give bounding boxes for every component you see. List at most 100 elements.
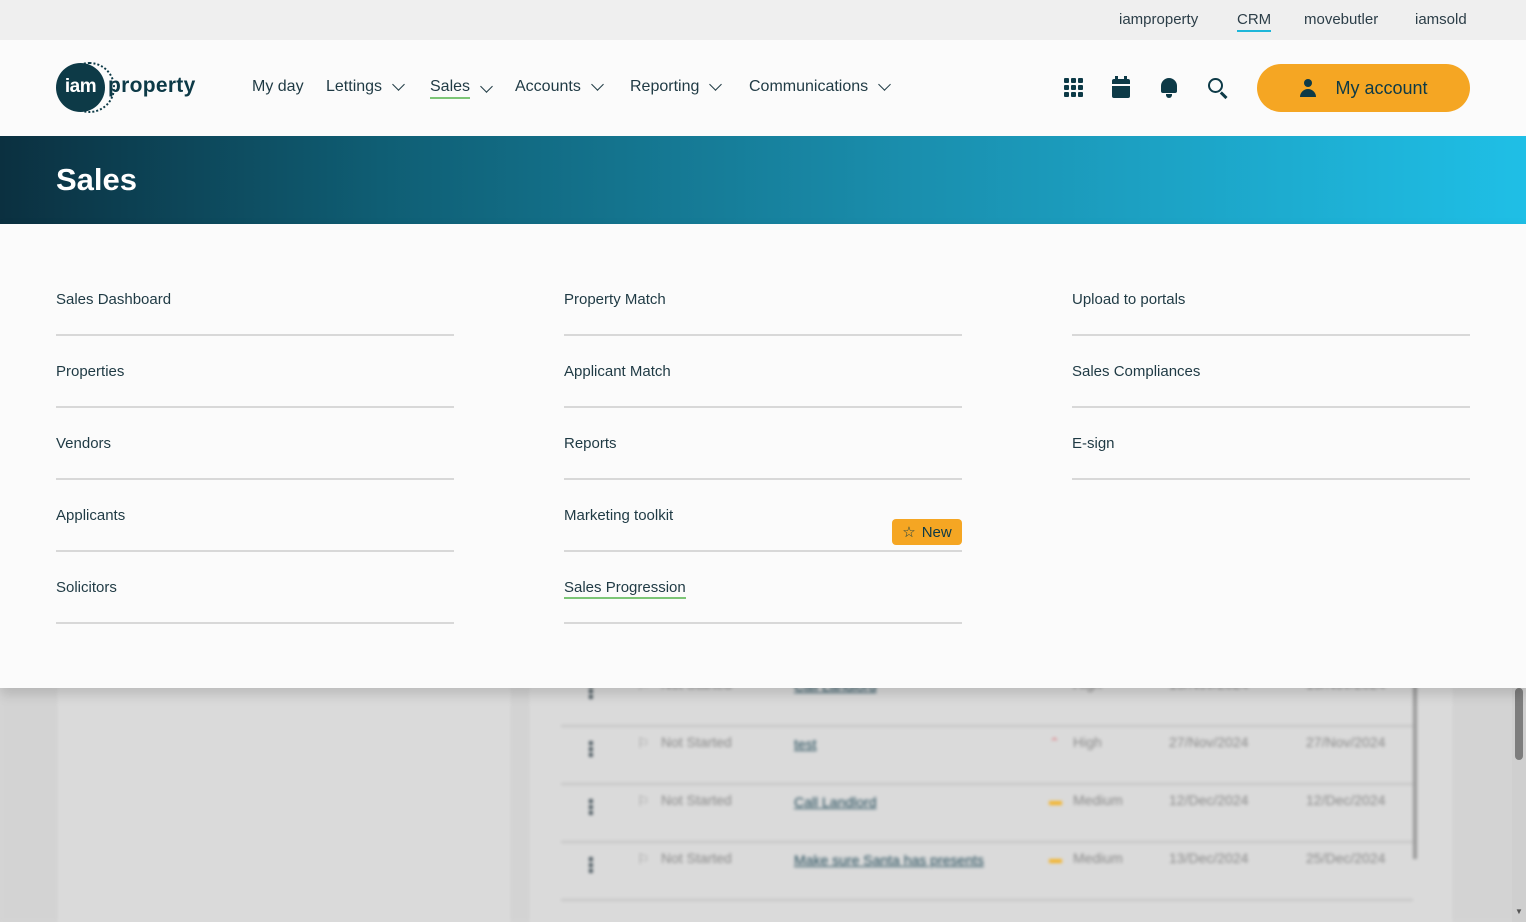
- priority-high-icon: ⌃: [1049, 735, 1060, 750]
- background-page-content: ⋮ ⚐ Not Started Call Landlord ⌃ High 15/…: [0, 668, 1526, 922]
- background-tasks-card: ⋮ ⚐ Not Started Call Landlord ⌃ High 15/…: [528, 668, 1454, 922]
- menu-item-vendors[interactable]: Vendors: [56, 408, 454, 480]
- bell-icon[interactable]: [1157, 75, 1181, 99]
- task-priority: Medium: [1073, 792, 1123, 808]
- menu-item-label: Properties: [56, 363, 125, 380]
- flag-icon: ⚐: [637, 793, 650, 809]
- menu-item-marketing-toolkit[interactable]: Marketing toolkit ☆ New: [564, 480, 962, 552]
- search-icon[interactable]: [1205, 75, 1229, 99]
- util-link-iamsold[interactable]: iamsold: [1415, 11, 1467, 28]
- menu-item-label: Sales Dashboard: [56, 291, 172, 308]
- new-badge-label: New: [921, 523, 952, 541]
- task-status: Not Started: [661, 734, 732, 750]
- task-start-date: 12/Dec/2024: [1169, 792, 1249, 808]
- menu-item-label: Applicant Match: [564, 363, 671, 380]
- task-title-link[interactable]: Make sure Santa has presents: [794, 852, 984, 868]
- menu-item-label: Sales Compliances: [1072, 363, 1201, 380]
- table-row[interactable]: ⋮ ⚐ Not Started Call Landlord ▬ Medium 1…: [561, 785, 1413, 843]
- menu-item-label: Vendors: [56, 435, 112, 452]
- logo-text: property: [108, 74, 196, 97]
- menu-item-property-match[interactable]: Property Match: [564, 264, 962, 336]
- nav-label: Communications: [749, 78, 869, 95]
- nav-label: Reporting: [630, 78, 700, 95]
- task-start-date: 13/Dec/2024: [1169, 850, 1249, 866]
- task-title-link[interactable]: test: [794, 736, 817, 752]
- chevron-down-icon: [480, 79, 493, 93]
- util-link-movebutler[interactable]: movebutler: [1304, 11, 1378, 28]
- menu-item-label: Applicants: [56, 507, 126, 524]
- page-title: Sales: [56, 162, 138, 197]
- nav-reporting[interactable]: Reporting: [630, 78, 723, 96]
- my-account-button[interactable]: My account: [1257, 64, 1470, 112]
- nav-label: Sales: [430, 78, 471, 99]
- menu-item-applicant-match[interactable]: Applicant Match: [564, 336, 962, 408]
- menu-item-label: Solicitors: [56, 579, 117, 596]
- nav-label: Lettings: [326, 78, 383, 95]
- sales-mega-menu: Sales Dashboard Properties Vendors Appli…: [0, 224, 1526, 688]
- scroll-down-arrow-icon[interactable]: ▼: [1515, 907, 1523, 916]
- new-badge: ☆ New: [892, 519, 962, 545]
- nav-label: Accounts: [515, 78, 581, 95]
- my-account-label: My account: [1335, 77, 1428, 98]
- menu-item-reports[interactable]: Reports: [564, 408, 962, 480]
- menu-column-3: Upload to portals Sales Compliances E-si…: [1072, 264, 1470, 480]
- main-header: iam property My day Lettings Sales Accou…: [0, 40, 1526, 136]
- menu-column-2: Property Match Applicant Match Reports M…: [564, 264, 962, 624]
- background-left-card: [56, 668, 512, 922]
- apps-grid-icon[interactable]: [1061, 75, 1085, 99]
- priority-medium-icon: ▬: [1049, 793, 1062, 808]
- chevron-down-icon: [392, 78, 405, 91]
- menu-item-label: Property Match: [564, 291, 666, 308]
- menu-item-label: E-sign: [1072, 435, 1115, 452]
- chevron-down-icon: [590, 78, 604, 91]
- menu-column-1: Sales Dashboard Properties Vendors Appli…: [56, 264, 454, 624]
- menu-item-sales-dashboard[interactable]: Sales Dashboard: [56, 264, 454, 336]
- inner-scrollbar[interactable]: [1413, 669, 1417, 859]
- kebab-menu-icon[interactable]: ⋮: [581, 737, 601, 762]
- user-icon: [1299, 79, 1317, 97]
- task-title-link[interactable]: Call Landlord: [794, 794, 877, 810]
- scrollbar-thumb[interactable]: [1515, 688, 1523, 760]
- table-row[interactable]: ⋮ ⚐ Not Started test ⌃ High 27/Nov/2024 …: [561, 727, 1413, 785]
- menu-item-label: Reports: [564, 435, 617, 452]
- task-priority: Medium: [1073, 850, 1123, 866]
- utility-bar: iamproperty CRM movebutler iamsold: [0, 0, 1526, 40]
- menu-item-label: Upload to portals: [1072, 291, 1186, 308]
- flag-icon: ⚐: [637, 851, 650, 867]
- menu-item-upload-to-portals[interactable]: Upload to portals: [1072, 264, 1470, 336]
- logo-badge: iam: [56, 63, 105, 112]
- kebab-menu-icon[interactable]: ⋮: [581, 795, 601, 820]
- nav-lettings[interactable]: Lettings: [326, 78, 405, 96]
- task-status: Not Started: [661, 792, 732, 808]
- page-scrollbar[interactable]: ▼: [1512, 688, 1526, 922]
- chevron-down-icon: [878, 78, 892, 91]
- kebab-menu-icon[interactable]: ⋮: [581, 853, 601, 878]
- menu-item-sales-progression[interactable]: Sales Progression: [564, 552, 962, 624]
- menu-item-solicitors[interactable]: Solicitors: [56, 552, 454, 624]
- table-row[interactable]: ⋮ ⚐ Not Started Make sure Santa has pres…: [561, 843, 1413, 901]
- nav-sales[interactable]: Sales: [430, 78, 493, 99]
- task-due-date: 25/Dec/2024: [1306, 850, 1386, 866]
- chevron-down-icon: [709, 78, 723, 91]
- nav-my-day[interactable]: My day: [252, 78, 304, 96]
- task-due-date: 12/Dec/2024: [1306, 792, 1386, 808]
- menu-item-e-sign[interactable]: E-sign: [1072, 408, 1470, 480]
- util-link-iamproperty[interactable]: iamproperty: [1119, 11, 1198, 28]
- calendar-icon[interactable]: [1109, 75, 1133, 99]
- menu-item-properties[interactable]: Properties: [56, 336, 454, 408]
- logo[interactable]: iam property: [56, 62, 206, 113]
- task-due-date: 27/Nov/2024: [1306, 734, 1386, 750]
- priority-medium-icon: ▬: [1049, 851, 1062, 866]
- menu-item-label: Sales Progression: [564, 579, 686, 599]
- util-link-crm[interactable]: CRM: [1237, 11, 1272, 32]
- nav-label: My day: [252, 78, 304, 95]
- nav-communications[interactable]: Communications: [749, 78, 892, 96]
- task-start-date: 27/Nov/2024: [1169, 734, 1249, 750]
- task-priority: High: [1073, 734, 1102, 750]
- menu-item-applicants[interactable]: Applicants: [56, 480, 454, 552]
- menu-item-label: Marketing toolkit: [564, 507, 674, 524]
- menu-item-sales-compliances[interactable]: Sales Compliances: [1072, 336, 1470, 408]
- nav-accounts[interactable]: Accounts: [515, 78, 604, 96]
- sparkle-star-icon: ☆: [902, 523, 916, 541]
- section-banner: Sales: [0, 136, 1526, 224]
